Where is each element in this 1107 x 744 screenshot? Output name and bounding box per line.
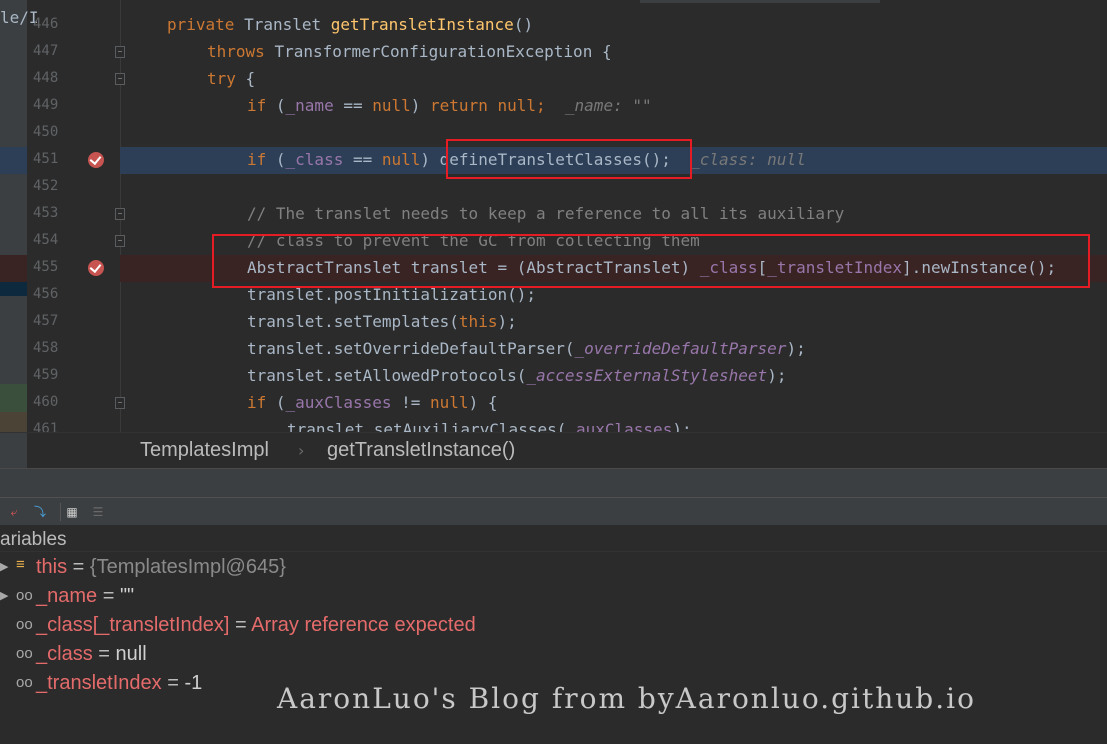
line-number: 459 (33, 367, 59, 383)
variable-row[interactable]: oo _class[_transletIndex] = Array refere… (0, 612, 900, 641)
tab-strip-edge (640, 0, 880, 3)
line-number: 456 (33, 286, 59, 302)
object-icon: ≡ (16, 556, 25, 573)
debug-tool-window-header (0, 468, 1107, 497)
line-number: 450 (33, 124, 59, 140)
line-number: 453 (33, 205, 59, 221)
line-number: 461 (33, 421, 59, 432)
line-number: 460 (33, 394, 59, 410)
evaluate-table-icon[interactable]: ▦ (64, 504, 80, 520)
expand-arrow-icon[interactable]: ▶ (0, 560, 8, 573)
line-number: 455 (33, 259, 59, 275)
ide-window: le/I 446 private Translet getTransletIns… (0, 0, 1107, 744)
code-text: translet.setAllowedProtocols(_accessExte… (247, 366, 787, 385)
variable-row[interactable]: ▶ oo _name = "" (0, 583, 900, 612)
code-line[interactable]: 453 // The translet needs to keep a refe… (0, 201, 1107, 228)
variable-text: _class = null (36, 643, 147, 665)
code-text: translet.setTemplates(this); (247, 312, 517, 331)
code-text: translet.setAuxiliaryClasses(_auxClasses… (287, 420, 692, 432)
code-line[interactable]: 448 try { (0, 66, 1107, 93)
code-comment: // The translet needs to keep a referenc… (247, 204, 845, 223)
breadcrumb-method[interactable]: getTransletInstance() (327, 439, 515, 462)
watch-icon: oo (16, 616, 33, 633)
code-line[interactable]: 460 if (_auxClasses != null) { (0, 390, 1107, 417)
watch-icon: oo (16, 674, 33, 691)
code-line[interactable]: 458 translet.setOverrideDefaultParser(_o… (0, 336, 1107, 363)
fold-marker-icon[interactable] (115, 397, 125, 409)
code-line[interactable]: 461 translet.setAuxiliaryClasses(_auxCla… (0, 417, 1107, 432)
project-tool-strip (0, 433, 27, 469)
code-line[interactable]: 449 if (_name == null) return null; _nam… (0, 93, 1107, 120)
code-line[interactable]: 459 translet.setAllowedProtocols(_access… (0, 363, 1107, 390)
code-line[interactable]: 447 throws TransformerConfigurationExcep… (0, 39, 1107, 66)
highlight-box (212, 234, 1090, 288)
line-number: 458 (33, 340, 59, 356)
restore-layout-icon[interactable]: ⤶ (6, 504, 22, 520)
breadcrumb-separator: › (298, 441, 305, 460)
variable-text: _name = "" (36, 585, 135, 607)
code-line[interactable]: 446 private Translet getTransletInstance… (0, 12, 1107, 39)
code-text: if (_name == null) return null; _name: "… (247, 96, 652, 115)
highlight-box (446, 139, 692, 179)
threads-icon[interactable]: ☰ (90, 504, 106, 520)
code-editor[interactable]: le/I 446 private Translet getTransletIns… (0, 0, 1107, 432)
code-text: throws TransformerConfigurationException… (207, 42, 612, 61)
breakpoint-icon[interactable] (88, 152, 104, 168)
code-text: if (_auxClasses != null) { (247, 393, 498, 412)
watch-icon: oo (16, 587, 33, 604)
watch-icon: oo (16, 645, 33, 662)
code-text: private Translet getTransletInstance() (167, 15, 534, 34)
divider (0, 551, 1107, 552)
toolbar-separator (60, 503, 61, 521)
expand-arrow-icon[interactable]: ▶ (0, 589, 8, 602)
inline-debug-value: _class: null (690, 150, 806, 169)
variable-row[interactable]: ▶ ≡ this = {TemplatesImpl@645} (0, 554, 900, 583)
line-number: 446 (33, 16, 59, 32)
watermark: AaronLuo's Blog from byAaronluo.github.i… (277, 682, 976, 715)
debug-toolbar: ⤶ ⤵ ▦ ☰ (0, 497, 1107, 525)
code-line[interactable]: 457 translet.setTemplates(this); (0, 309, 1107, 336)
fold-marker-icon[interactable] (115, 235, 125, 247)
line-number: 451 (33, 151, 59, 167)
line-number: 449 (33, 97, 59, 113)
line-number: 454 (33, 232, 59, 248)
variable-text: _class[_transletIndex] = Array reference… (36, 614, 476, 636)
fold-marker-icon[interactable] (115, 208, 125, 220)
inline-debug-value: _name: "" (564, 96, 652, 115)
line-number: 448 (33, 70, 59, 86)
force-step-into-icon[interactable]: ⤵ (32, 504, 48, 520)
breadcrumb-class[interactable]: TemplatesImpl (140, 439, 269, 462)
fold-marker-icon[interactable] (115, 73, 125, 85)
line-number: 452 (33, 178, 59, 194)
variable-text: this = {TemplatesImpl@645} (36, 556, 286, 578)
code-text: try { (207, 69, 256, 88)
line-number: 447 (33, 43, 59, 59)
line-number: 457 (33, 313, 59, 329)
variable-row[interactable]: oo _class = null (0, 641, 900, 670)
code-text: translet.setOverrideDefaultParser(_overr… (247, 339, 806, 358)
fold-marker-icon[interactable] (115, 46, 125, 58)
breadcrumb: TemplatesImpl › getTransletInstance() (0, 432, 1107, 469)
breakpoint-icon[interactable] (88, 260, 104, 276)
variables-title: ariables (0, 529, 67, 550)
variable-text: _transletIndex = -1 (36, 672, 203, 694)
